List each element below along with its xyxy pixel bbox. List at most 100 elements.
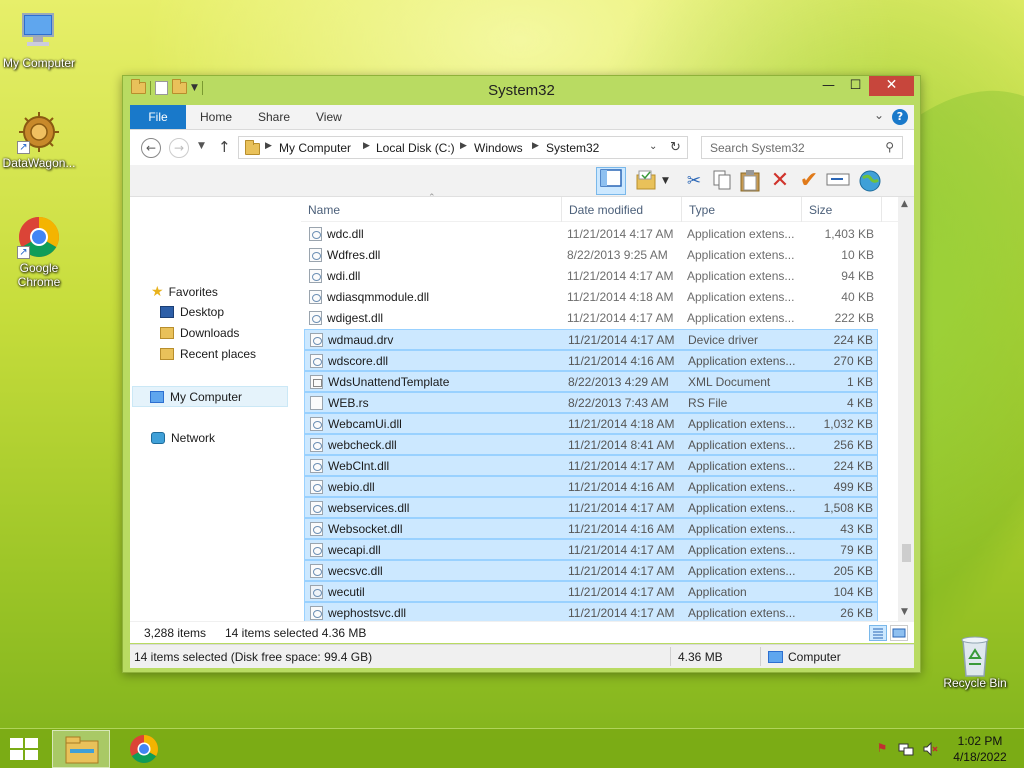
file-name: Wdfres.dll	[327, 248, 381, 262]
column-header-type[interactable]: Type	[689, 203, 715, 217]
search-field[interactable]: Search System32 ⚲	[701, 136, 903, 159]
column-header-name[interactable]: Name	[308, 203, 340, 217]
file-date-modified: 11/21/2014 8:41 AM	[568, 438, 675, 452]
taskbar-google-chrome[interactable]	[115, 730, 173, 768]
taskbar: ⚑ 1:02 PM 4/18/2022	[0, 728, 1024, 768]
scroll-up-arrow-icon[interactable]: ▲	[901, 199, 908, 209]
table-row[interactable]: wdc.dll 11/21/2014 4:17 AM Application ext…	[304, 224, 878, 245]
desktop-icon-recycle-bin[interactable]: Recycle Bin	[936, 630, 1014, 690]
address-row: ← → ▼ ↑ ▶ My Computer ▶ Local Disk (C:) …	[130, 130, 914, 165]
help-button[interactable]: ?	[892, 109, 908, 125]
volume-muted-icon[interactable]	[922, 741, 938, 757]
chrome-icon: ↗	[17, 215, 61, 259]
nav-recent-places[interactable]: Recent places	[160, 344, 256, 365]
tab-share[interactable]: Share	[258, 105, 290, 129]
maximize-button[interactable]: ☐	[842, 76, 869, 96]
expand-ribbon-icon[interactable]: ⌄	[874, 108, 884, 122]
folder-options-icon[interactable]	[635, 169, 659, 193]
cut-icon[interactable]: ✂	[682, 169, 706, 193]
nav-my-computer[interactable]: My Computer	[132, 386, 288, 407]
table-row[interactable]: Wdfres.dll 8/22/2013 9:25 AM Application e…	[304, 245, 878, 266]
network-tray-icon[interactable]	[898, 741, 914, 757]
table-row[interactable]: wecsvc.dll 11/21/2014 4:17 AM Application …	[304, 560, 878, 581]
clock-date[interactable]: 4/18/2022	[945, 750, 1015, 764]
table-row[interactable]: webcheck.dll 11/21/2014 8:41 AM Applicatio…	[304, 434, 878, 455]
table-row[interactable]: wecutil 11/21/2014 4:17 AM Application 104 …	[304, 581, 878, 602]
breadcrumb-system32[interactable]: System32	[546, 141, 599, 155]
table-row[interactable]: webservices.dll 11/21/2014 4:17 AM Applica…	[304, 497, 878, 518]
table-row[interactable]: wdigest.dll 11/21/2014 4:17 AM Application…	[304, 308, 878, 329]
back-button[interactable]: ←	[141, 138, 161, 158]
file-name: wecapi.dll	[328, 543, 381, 557]
file-size: 104 KB	[833, 585, 873, 599]
details-view-button[interactable]	[869, 625, 887, 641]
dll-file-icon	[309, 269, 322, 283]
forward-button[interactable]: →	[169, 138, 189, 158]
dll-file-icon	[310, 480, 323, 494]
column-header-size[interactable]: Size	[809, 203, 832, 217]
taskbar-file-explorer[interactable]	[52, 730, 110, 768]
clock-time[interactable]: 1:02 PM	[945, 734, 1015, 748]
scroll-down-arrow-icon[interactable]: ▼	[901, 607, 908, 617]
dll-file-icon	[310, 522, 323, 536]
file-size: 94 KB	[841, 269, 874, 283]
rename-icon[interactable]	[826, 169, 850, 193]
paste-icon[interactable]	[738, 169, 762, 193]
search-icon[interactable]: ⚲	[885, 140, 894, 154]
nav-downloads[interactable]: Downloads	[160, 323, 239, 344]
refresh-icon[interactable]: ↻	[670, 140, 681, 155]
check-icon[interactable]: ✔	[797, 169, 821, 193]
desktop-icon-google-chrome[interactable]: ↗ Google Chrome	[0, 215, 78, 289]
file-name: wecsvc.dll	[328, 564, 383, 578]
desktop-icon-datawagon[interactable]: ↗ DataWagon...	[0, 110, 78, 170]
breadcrumb-my-computer[interactable]: My Computer	[279, 141, 351, 155]
table-row[interactable]: wephostsvc.dll 11/21/2014 4:17 AM Applicat…	[304, 602, 878, 623]
tab-file[interactable]: File	[130, 105, 186, 129]
table-row[interactable]: wdscore.dll 11/21/2014 4:16 AM Application…	[304, 350, 878, 371]
close-button[interactable]: ✕	[869, 76, 914, 96]
nav-desktop[interactable]: Desktop	[160, 302, 224, 323]
nav-network[interactable]: Network	[151, 428, 215, 449]
table-row[interactable]: wdiasqmmodule.dll 11/21/2014 4:18 AM Appli…	[304, 287, 878, 308]
column-header-date-modified[interactable]: Date modified	[569, 203, 643, 217]
table-row[interactable]: webio.dll 11/21/2014 4:16 AM Application e…	[304, 476, 878, 497]
status-selection-text: 14 items selected (Disk free space: 99.4…	[134, 650, 373, 664]
dll-file-icon	[310, 438, 323, 452]
address-dropdown-icon[interactable]: ⌄	[649, 141, 657, 152]
file-type: Application extens...	[687, 248, 795, 262]
file-type: Device driver	[688, 333, 759, 347]
title-bar[interactable]: ▼ System32 — ☐ ✕	[123, 76, 920, 105]
recent-locations-icon[interactable]: ▼	[198, 141, 205, 151]
minimize-button[interactable]: —	[815, 76, 842, 96]
file-size: 205 KB	[833, 564, 873, 578]
start-button[interactable]	[10, 738, 38, 760]
up-button[interactable]: ↑	[218, 138, 231, 156]
address-bar[interactable]: ▶ My Computer ▶ Local Disk (C:) ▶ Window…	[238, 136, 688, 159]
file-explorer-icon	[65, 736, 99, 764]
action-center-flag-icon[interactable]: ⚑	[874, 741, 890, 757]
file-size: 1 KB	[846, 375, 873, 389]
preview-pane-icon[interactable]	[596, 167, 626, 195]
desktop-icon-my-computer[interactable]: My Computer	[0, 10, 78, 70]
copy-icon[interactable]	[710, 169, 734, 193]
scroll-thumb[interactable]	[902, 544, 911, 562]
table-row[interactable]: wdi.dll 11/21/2014 4:17 AM Application ext…	[304, 266, 878, 287]
delete-icon[interactable]: ✕	[768, 169, 792, 193]
vertical-scrollbar[interactable]: ▲ ▼	[898, 197, 914, 621]
nav-favorites[interactable]: ★ Favorites	[151, 281, 218, 302]
table-row[interactable]: WEB.rs 8/22/2013 7:43 AM RS File 4 KB	[304, 392, 878, 413]
folder-options-dropdown-icon[interactable]: ▼	[662, 176, 669, 186]
tab-home[interactable]: Home	[200, 105, 232, 129]
file-name: wdmaud.drv	[328, 333, 394, 347]
network-globe-icon[interactable]	[858, 169, 882, 193]
table-row[interactable]: wdmaud.drv 11/21/2014 4:17 AM Device drive…	[304, 329, 878, 350]
breadcrumb-local-disk[interactable]: Local Disk (C:)	[376, 141, 455, 155]
table-row[interactable]: WdsUnattendTemplate 8/22/2013 4:29 AM XML …	[304, 371, 878, 392]
large-icons-view-button[interactable]	[890, 625, 908, 641]
table-row[interactable]: Websocket.dll 11/21/2014 4:16 AM Applicati…	[304, 518, 878, 539]
table-row[interactable]: WebcamUi.dll 11/21/2014 4:18 AM Applicatio…	[304, 413, 878, 434]
table-row[interactable]: wecapi.dll 11/21/2014 4:17 AM Application …	[304, 539, 878, 560]
breadcrumb-windows[interactable]: Windows	[474, 141, 523, 155]
tab-view[interactable]: View	[316, 105, 342, 129]
table-row[interactable]: WebClnt.dll 11/21/2014 4:17 AM Application…	[304, 455, 878, 476]
